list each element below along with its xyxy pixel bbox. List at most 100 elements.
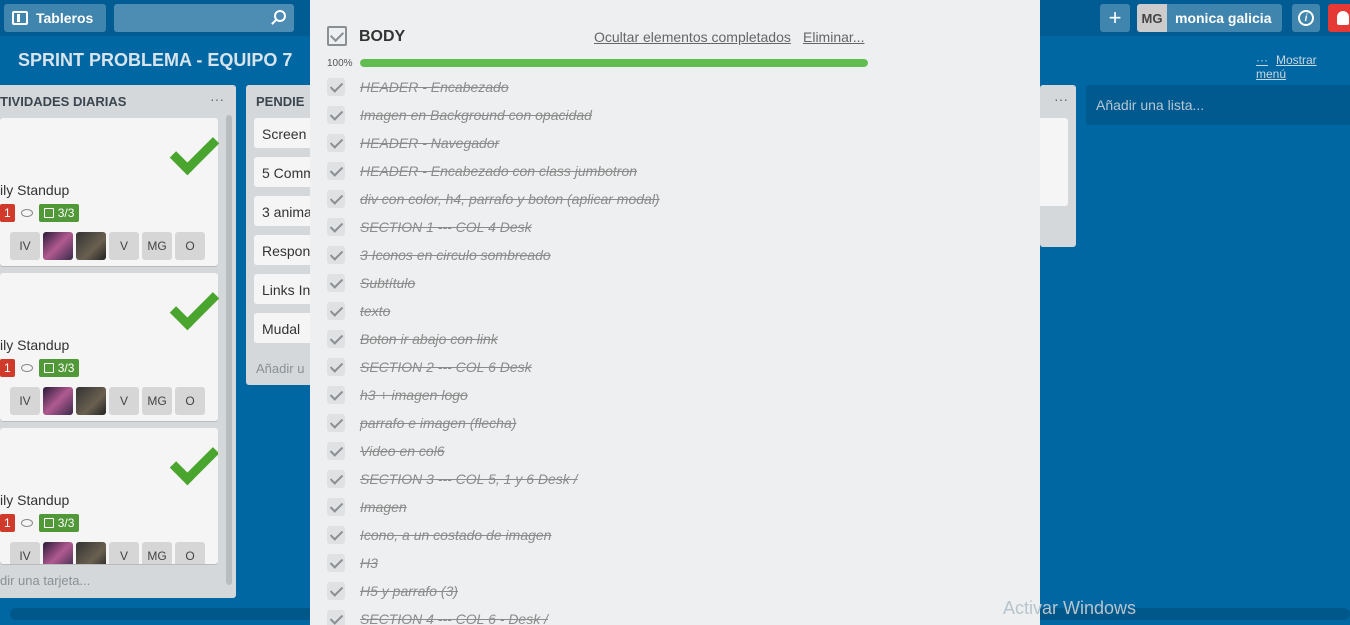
checklist-item-text[interactable]: H5 y parrafo (3)	[360, 583, 458, 599]
card[interactable]: ily Standup 1 3/3 IV V MG O	[0, 118, 218, 266]
list-card[interactable]: Mudal	[254, 313, 316, 343]
checklist-title[interactable]: BODY	[359, 28, 405, 46]
checked-checkbox-icon[interactable]	[327, 274, 345, 292]
checklist-item-text[interactable]: Imagen	[360, 499, 407, 515]
member-photo-avatar[interactable]	[76, 232, 106, 260]
checked-checkbox-icon[interactable]	[327, 442, 345, 460]
checklist-item-text[interactable]: Boton ir abajo con link	[360, 331, 498, 347]
checklist-item[interactable]: texto	[327, 298, 390, 324]
member-avatar[interactable]: IV	[10, 232, 40, 260]
checked-checkbox-icon[interactable]	[327, 218, 345, 236]
list-scrollbar[interactable]	[226, 115, 232, 585]
checked-checkbox-icon[interactable]	[327, 582, 345, 600]
checklist-item[interactable]: Icono, a un costado de imagen	[327, 522, 551, 548]
checklist-item-text[interactable]: Imagen en Background con opacidad	[360, 107, 592, 123]
member-avatar[interactable]: MG	[142, 232, 172, 260]
checked-checkbox-icon[interactable]	[327, 470, 345, 488]
checked-checkbox-icon[interactable]	[327, 78, 345, 96]
list-card[interactable]: 3 anima	[254, 196, 316, 226]
checklist-item[interactable]: SECTION 4 --- COL 6 - Desk /	[327, 606, 548, 625]
list-menu-icon[interactable]: ···	[1054, 91, 1068, 107]
show-menu-link[interactable]: ··· Mostrar menú	[1256, 53, 1350, 81]
checklist-item[interactable]: HEADER - Navegador	[327, 130, 499, 156]
checked-checkbox-icon[interactable]	[327, 302, 345, 320]
checklist-item[interactable]: SECTION 3 --- COL 5, 1 y 6 Desk /	[327, 466, 578, 492]
checked-checkbox-icon[interactable]	[327, 358, 345, 376]
notifications-button[interactable]	[1328, 4, 1350, 32]
checklist-item-text[interactable]: Subtítulo	[360, 275, 415, 291]
checklist-item-text[interactable]: SECTION 4 --- COL 6 - Desk /	[360, 611, 548, 625]
member-avatar[interactable]: IV	[10, 542, 40, 564]
member-avatar[interactable]: V	[109, 542, 139, 564]
search-input[interactable]	[114, 4, 294, 32]
checked-checkbox-icon[interactable]	[327, 190, 345, 208]
member-photo-avatar[interactable]	[43, 387, 73, 415]
user-menu-button[interactable]: MG monica galicia	[1137, 4, 1282, 32]
member-avatar[interactable]: O	[175, 232, 205, 260]
list-menu-icon[interactable]: ···	[210, 91, 224, 107]
checked-checkbox-icon[interactable]	[327, 610, 345, 625]
checked-checkbox-icon[interactable]	[327, 246, 345, 264]
add-card-link[interactable]: Añadir u	[256, 361, 304, 376]
checklist-item[interactable]: div con color, h4, parrafo y boton (apli…	[327, 186, 660, 212]
checklist-item-text[interactable]: texto	[360, 303, 390, 319]
checked-checkbox-icon[interactable]	[327, 162, 345, 180]
list-card[interactable]: Links In	[254, 274, 316, 304]
checklist-item[interactable]: HEADER - Encabezado	[327, 74, 509, 100]
checklist-item-text[interactable]: 3 Iconos en circulo sombreado	[360, 247, 551, 263]
list-card[interactable]: Screen	[254, 118, 316, 148]
card[interactable]: ily Standup 1 3/3 IV V MG O	[0, 273, 218, 421]
checklist-item[interactable]: parrafo e imagen (flecha)	[327, 410, 516, 436]
checklist-item-text[interactable]: h3 + imagen logo	[360, 387, 468, 403]
checklist-item[interactable]: HEADER - Encabezado con class jumbotron	[327, 158, 637, 184]
checked-checkbox-icon[interactable]	[327, 134, 345, 152]
checklist-item[interactable]: Boton ir abajo con link	[327, 326, 498, 352]
add-list-button[interactable]: Añadir una lista...	[1086, 85, 1350, 125]
member-avatar[interactable]: O	[175, 387, 205, 415]
hide-completed-link[interactable]: Ocultar elementos completados	[594, 29, 791, 45]
checklist-item-text[interactable]: parrafo e imagen (flecha)	[360, 415, 516, 431]
checked-checkbox-icon[interactable]	[327, 330, 345, 348]
member-photo-avatar[interactable]	[76, 387, 106, 415]
list-card[interactable]: 5 Comm	[254, 157, 316, 187]
checked-checkbox-icon[interactable]	[327, 554, 345, 572]
member-photo-avatar[interactable]	[43, 542, 73, 564]
member-avatar[interactable]: V	[109, 232, 139, 260]
checked-checkbox-icon[interactable]	[327, 386, 345, 404]
boards-button[interactable]: Tableros	[4, 4, 106, 32]
list-card[interactable]: Respon	[254, 235, 316, 265]
card[interactable]: ily Standup 1 3/3 IV V MG O	[0, 428, 218, 564]
member-avatar[interactable]: O	[175, 542, 205, 564]
checklist-item[interactable]: Subtítulo	[327, 270, 415, 296]
delete-checklist-link[interactable]: Eliminar...	[803, 29, 864, 45]
checklist-item-text[interactable]: Icono, a un costado de imagen	[360, 527, 551, 543]
checked-checkbox-icon[interactable]	[327, 106, 345, 124]
list-title[interactable]: TIVIDADES DIARIAS	[0, 94, 126, 109]
checklist-item-text[interactable]: HEADER - Encabezado	[360, 79, 509, 95]
checklist-item-text[interactable]: SECTION 3 --- COL 5, 1 y 6 Desk /	[360, 471, 578, 487]
checklist-item[interactable]: Video en col6	[327, 438, 445, 464]
checklist-item[interactable]: SECTION 1 --- COL 4 Desk	[327, 214, 532, 240]
list-card[interactable]	[1040, 118, 1068, 206]
checklist-item-text[interactable]: div con color, h4, parrafo y boton (apli…	[360, 191, 660, 207]
checklist-item[interactable]: SECTION 2 --- COL 6 Desk	[327, 354, 532, 380]
member-avatar[interactable]: MG	[142, 387, 172, 415]
info-button[interactable]: i	[1292, 4, 1320, 32]
add-button[interactable]: +	[1100, 4, 1130, 32]
member-photo-avatar[interactable]	[43, 232, 73, 260]
checklist-item-text[interactable]: Video en col6	[360, 443, 445, 459]
checked-checkbox-icon[interactable]	[327, 414, 345, 432]
board-title[interactable]: SPRINT PROBLEMA - EQUIPO 7	[18, 50, 292, 71]
checklist-item[interactable]: Imagen en Background con opacidad	[327, 102, 592, 128]
checklist-item[interactable]: h3 + imagen logo	[327, 382, 468, 408]
checklist-item[interactable]: H5 y parrafo (3)	[327, 578, 458, 604]
member-avatar[interactable]: V	[109, 387, 139, 415]
checklist-item-text[interactable]: H3	[360, 555, 378, 571]
search-icon[interactable]	[274, 10, 286, 22]
checklist-item[interactable]: Imagen	[327, 494, 407, 520]
checklist-item[interactable]: H3	[327, 550, 378, 576]
checklist-item-text[interactable]: HEADER - Encabezado con class jumbotron	[360, 163, 637, 179]
list-title[interactable]: PENDIE	[256, 94, 304, 109]
checked-checkbox-icon[interactable]	[327, 498, 345, 516]
checklist-item-text[interactable]: SECTION 2 --- COL 6 Desk	[360, 359, 532, 375]
